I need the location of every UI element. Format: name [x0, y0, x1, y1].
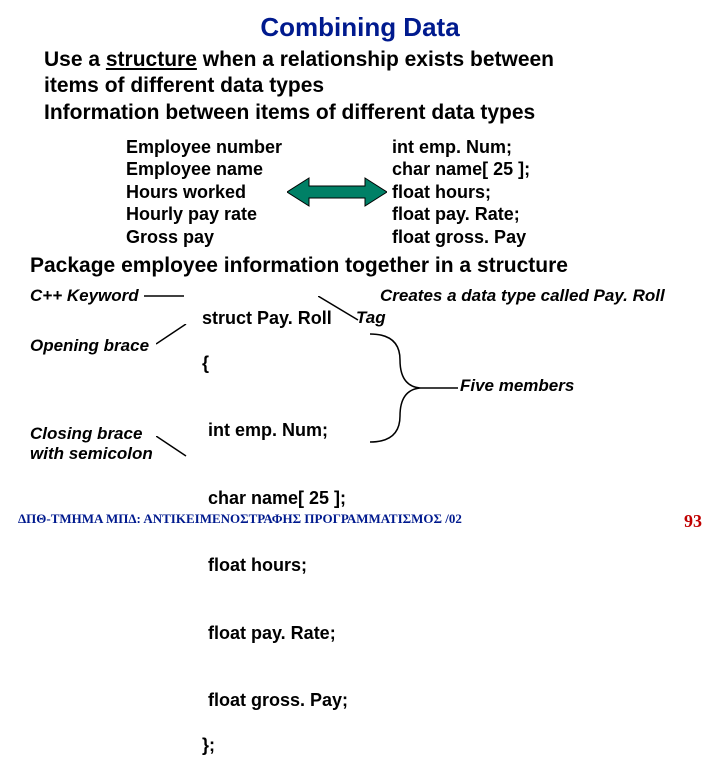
ann-creates-type: Creates a data type called Pay. Roll — [380, 286, 665, 306]
left-r4: Hourly pay rate — [126, 203, 282, 226]
line-tag — [318, 296, 378, 326]
struct-close-brace: }; — [202, 735, 215, 755]
ann-cpp-keyword: C++ Keyword — [30, 286, 139, 306]
intro-l3: Information between items of different d… — [44, 100, 676, 126]
ann-five-members: Five members — [460, 376, 574, 396]
ann-closing-brace-2: with semicolon — [30, 444, 153, 464]
slide-title: Combining Data — [0, 0, 720, 43]
footer: ΔΠΘ-ΤΜΗΜΑ ΜΠΔ: ΑΝΤΙΚΕΙΜΕΝΟΣΤΡΑΦΗΣ ΠΡΟΓΡΑ… — [18, 511, 702, 532]
left-r1: Employee number — [126, 136, 282, 159]
double-arrow-icon — [282, 136, 392, 249]
struct-m1: int emp. Num; — [182, 419, 348, 442]
struct-diagram: struct Pay. Roll { int emp. Num; char na… — [0, 284, 720, 484]
line-keyword — [144, 294, 184, 298]
struct-m5: float gross. Pay; — [182, 689, 348, 712]
struct-open-brace: { — [202, 353, 209, 373]
right-r5: float gross. Pay — [392, 226, 530, 249]
code-column: int emp. Num; char name[ 25 ]; float hou… — [392, 136, 530, 249]
package-line: Package employee information together in… — [30, 254, 690, 278]
right-r3: float hours; — [392, 181, 530, 204]
struct-m2: char name[ 25 ]; — [182, 487, 348, 510]
right-r4: float pay. Rate; — [392, 203, 530, 226]
intro-l2: items of different data types — [44, 73, 676, 99]
two-column-block: Employee number Employee name Hours work… — [0, 136, 720, 249]
ann-closing-brace-1: Closing brace — [30, 424, 142, 444]
ann-opening-brace: Opening brace — [30, 336, 149, 356]
brace-members-icon — [360, 330, 460, 450]
intro-l1a: Use a — [44, 48, 106, 71]
left-r3: Hours worked — [126, 181, 282, 204]
right-r2: char name[ 25 ]; — [392, 158, 530, 181]
intro-text: Use a structure when a relationship exis… — [44, 47, 676, 126]
right-r1: int emp. Num; — [392, 136, 530, 159]
english-column: Employee number Employee name Hours work… — [126, 136, 282, 249]
intro-l1c: when a relationship exists between — [197, 48, 554, 71]
line-close — [156, 436, 190, 460]
line-open — [156, 324, 190, 348]
struct-m3: float hours; — [182, 554, 348, 577]
left-r2: Employee name — [126, 158, 282, 181]
struct-m4: float pay. Rate; — [182, 622, 348, 645]
page-number: 93 — [684, 511, 702, 532]
struct-keyword-line: struct Pay. Roll — [202, 308, 332, 328]
footer-text: ΔΠΘ-ΤΜΗΜΑ ΜΠΔ: ΑΝΤΙΚΕΙΜΕΝΟΣΤΡΑΦΗΣ ΠΡΟΓΡΑ… — [18, 511, 462, 532]
left-r5: Gross pay — [126, 226, 282, 249]
intro-structure-word: structure — [106, 48, 197, 71]
